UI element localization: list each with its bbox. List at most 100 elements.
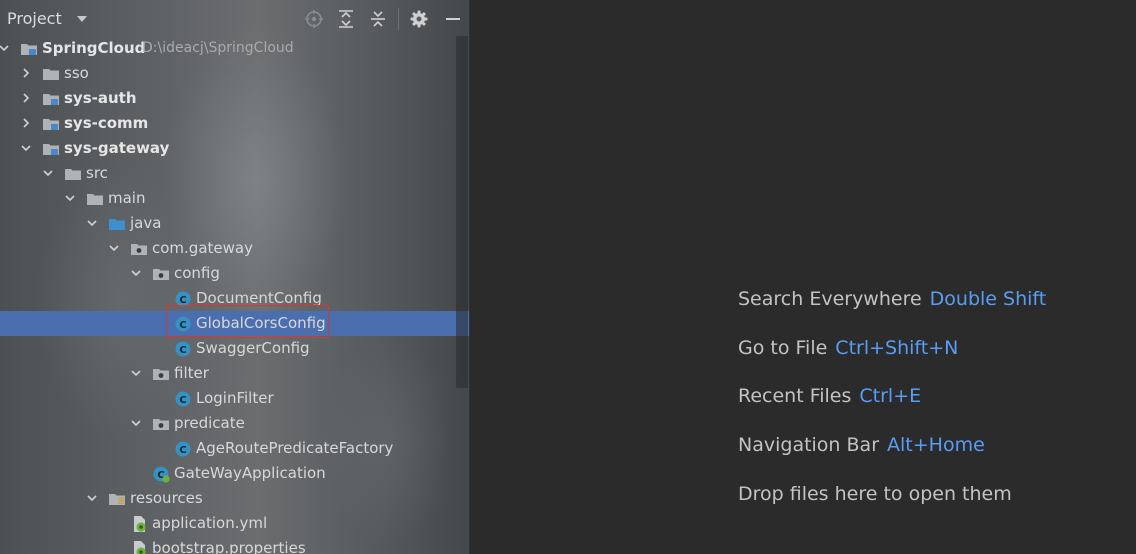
panel-divider[interactable]	[469, 0, 470, 554]
chevron-right-icon[interactable]	[20, 92, 32, 104]
tree-node-label: sys-auth	[64, 89, 137, 107]
tree-node-path: D:\ideacj\SpringCloud	[142, 40, 294, 56]
tree-node[interactable]: C SwaggerConfig	[0, 336, 469, 361]
tree-node-label: AgeRoutePredicateFactory	[196, 439, 394, 457]
tree-node-label: main	[108, 189, 146, 207]
tree-node[interactable]: filter	[0, 361, 469, 386]
tree-node[interactable]: com.gateway	[0, 236, 469, 261]
source-folder-icon	[108, 215, 126, 233]
tree-node[interactable]: sys-auth	[0, 86, 469, 111]
package-icon	[152, 265, 170, 283]
project-tool-window: Project SpringCloud D:\ideacj\SpringClou…	[0, 0, 469, 554]
tree-node[interactable]: SpringCloud D:\ideacj\SpringCloud	[0, 36, 469, 61]
tree-node-label: com.gateway	[152, 239, 253, 257]
welcome-hint: Search Everywhere Double Shift	[738, 288, 1046, 310]
tree-node[interactable]: sso	[0, 61, 469, 86]
tree-node-label: filter	[174, 364, 209, 382]
tree-node-label: sys-comm	[64, 114, 149, 132]
toolbar-separator	[398, 8, 399, 30]
tree-scrollbar[interactable]	[456, 36, 468, 388]
chevron-down-icon[interactable]	[86, 217, 98, 229]
folder-icon	[86, 190, 104, 208]
svg-text:C: C	[179, 445, 186, 456]
resources-folder-icon	[108, 490, 126, 508]
welcome-hint-text: Drop files here to open them	[738, 483, 1012, 505]
project-toolbar: Project	[0, 0, 469, 36]
highlight-annotation-box	[166, 305, 329, 338]
tree-node[interactable]: src	[0, 161, 469, 186]
module-folder-icon	[42, 115, 60, 133]
chevron-down-icon[interactable]	[42, 167, 54, 179]
welcome-hint: Navigation Bar Alt+Home	[738, 434, 985, 456]
chevron-down-icon[interactable]	[64, 192, 76, 204]
folder-icon	[64, 165, 82, 183]
collapse-all-icon[interactable]	[368, 9, 388, 29]
tree-node[interactable]: predicate	[0, 411, 469, 436]
tree-node-label: sys-gateway	[64, 139, 170, 157]
welcome-hint-shortcut: Alt+Home	[887, 434, 985, 456]
chevron-down-icon[interactable]	[20, 142, 32, 154]
tree-node[interactable]: C GateWayApplication	[0, 461, 469, 486]
welcome-hint-text: Go to File	[738, 337, 828, 359]
project-view-selector[interactable]: Project	[7, 9, 62, 28]
welcome-hint-shortcut: Ctrl+Shift+N	[835, 337, 959, 359]
tree-node-label: SpringCloud	[42, 39, 146, 57]
tree-node[interactable]: bootstrap.properties	[0, 536, 469, 554]
tree-node[interactable]: config	[0, 261, 469, 286]
chevron-down-icon[interactable]	[108, 242, 120, 254]
welcome-hint-text: Recent Files	[738, 385, 852, 407]
java-class-icon: C	[174, 340, 192, 358]
java-class-icon: C	[174, 390, 192, 408]
tree-node-label: SwaggerConfig	[196, 339, 310, 357]
tree-node-label: application.yml	[152, 514, 268, 532]
chevron-down-icon[interactable]	[130, 367, 142, 379]
folder-icon	[42, 65, 60, 83]
chevron-down-icon[interactable]	[86, 492, 98, 504]
welcome-hint-shortcut: Double Shift	[929, 288, 1047, 310]
tree-node-label: resources	[130, 489, 203, 507]
tree-node[interactable]: sys-gateway	[0, 136, 469, 161]
locate-icon[interactable]	[304, 9, 324, 29]
module-folder-icon	[42, 90, 60, 108]
tree-node[interactable]: C AgeRoutePredicateFactory	[0, 436, 469, 461]
tree-node[interactable]: main	[0, 186, 469, 211]
tree-node-label: LoginFilter	[196, 389, 274, 407]
spring-boot-class-icon: C	[152, 465, 170, 483]
welcome-hint-text: Navigation Bar	[738, 434, 880, 456]
welcome-hint: Go to File Ctrl+Shift+N	[738, 337, 958, 359]
svg-text:C: C	[179, 395, 186, 406]
tree-node-label: predicate	[174, 414, 245, 432]
welcome-hint: Drop files here to open them	[738, 483, 1012, 505]
welcome-hint: Recent Files Ctrl+E	[738, 385, 921, 407]
tree-node[interactable]: application.yml	[0, 511, 469, 536]
module-folder-icon	[42, 140, 60, 158]
tree-node[interactable]: sys-comm	[0, 111, 469, 136]
tree-node-label: sso	[64, 64, 89, 82]
chevron-down-icon[interactable]	[74, 13, 90, 25]
welcome-hint-shortcut: Ctrl+E	[859, 385, 922, 407]
tree-node[interactable]: java	[0, 211, 469, 236]
expand-all-icon[interactable]	[336, 9, 356, 29]
chevron-right-icon[interactable]	[20, 67, 32, 79]
gear-icon[interactable]	[409, 9, 429, 29]
tree-node-label: config	[174, 264, 220, 282]
chevron-right-icon[interactable]	[20, 117, 32, 129]
chevron-down-icon[interactable]	[130, 417, 142, 429]
svg-text:C: C	[179, 345, 186, 356]
tree-node[interactable]: C LoginFilter	[0, 386, 469, 411]
module-folder-icon	[20, 40, 38, 58]
chevron-down-icon[interactable]	[0, 42, 10, 54]
hide-icon[interactable]	[443, 9, 463, 29]
tree-node-label: src	[86, 164, 108, 182]
welcome-hint-text: Search Everywhere	[738, 288, 922, 310]
package-icon	[130, 240, 148, 258]
chevron-down-icon[interactable]	[130, 267, 142, 279]
tree-node-label: java	[130, 214, 162, 232]
tree-node-label: bootstrap.properties	[152, 539, 306, 554]
spring-config-icon	[130, 540, 148, 554]
package-icon	[152, 365, 170, 383]
tree-node-label: GateWayApplication	[174, 464, 326, 482]
spring-config-icon	[130, 515, 148, 533]
tree-node[interactable]: resources	[0, 486, 469, 511]
package-icon	[152, 415, 170, 433]
